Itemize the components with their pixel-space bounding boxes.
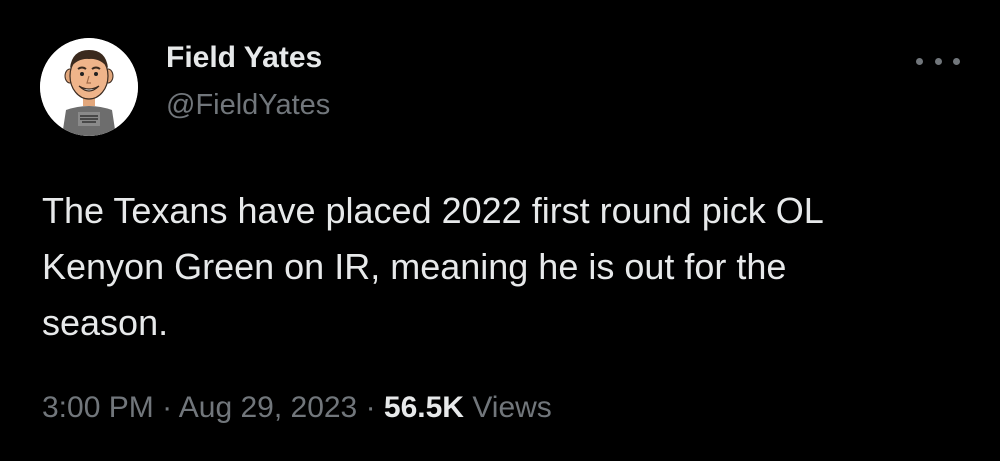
meta-separator: · — [357, 391, 384, 424]
tweet-date[interactable]: Aug 29, 2023 — [179, 391, 358, 424]
more-dot — [934, 57, 942, 65]
tweet-meta: 3:00 PM · Aug 29, 2023 · 56.5K Views — [42, 390, 552, 426]
cartoon-avatar-icon — [40, 38, 138, 136]
avatar[interactable] — [40, 38, 138, 136]
more-dot — [916, 57, 923, 65]
more-options-icon[interactable] — [916, 48, 960, 74]
meta-separator: · — [153, 391, 179, 424]
tweet-time[interactable]: 3:00 PM — [42, 391, 154, 424]
author-name[interactable]: Field Yates — [166, 40, 322, 76]
tweet-card[interactable]: Field Yates @FieldYates The Texans have … — [0, 0, 1000, 461]
author-handle[interactable]: @FieldYates — [166, 88, 330, 122]
more-dot — [953, 57, 960, 65]
tweet-text: The Texans have placed 2022 first round … — [42, 190, 824, 343]
views-count[interactable]: 56.5K — [384, 391, 464, 424]
views-label: Views — [463, 391, 552, 424]
